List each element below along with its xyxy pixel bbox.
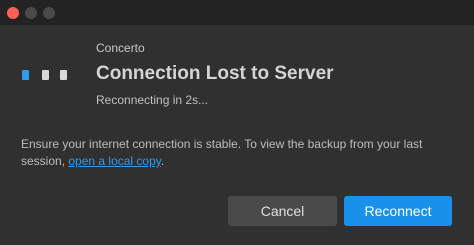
- dialog-title: Connection Lost to Server: [96, 63, 334, 84]
- dialog-message: Ensure your internet connection is stabl…: [21, 136, 461, 170]
- open-local-copy-link[interactable]: open a local copy: [68, 154, 161, 168]
- status-segment: [42, 70, 49, 80]
- minimize-window-icon[interactable]: [25, 7, 37, 19]
- dialog-body: Concerto Connection Lost to Server Recon…: [0, 25, 474, 245]
- status-segment: [60, 70, 67, 80]
- titlebar: [0, 0, 474, 25]
- dialog-window: Concerto Connection Lost to Server Recon…: [0, 0, 474, 245]
- reconnect-countdown: Reconnecting in 2s...: [96, 93, 209, 107]
- maximize-window-icon[interactable]: [43, 7, 55, 19]
- reconnect-button[interactable]: Reconnect: [344, 196, 452, 226]
- message-suffix: .: [160, 154, 165, 168]
- app-name: Concerto: [96, 41, 145, 55]
- status-segment-active: [22, 70, 29, 80]
- connection-status-icon: [22, 70, 72, 80]
- cancel-button[interactable]: Cancel: [228, 196, 337, 226]
- close-window-icon[interactable]: [7, 7, 19, 19]
